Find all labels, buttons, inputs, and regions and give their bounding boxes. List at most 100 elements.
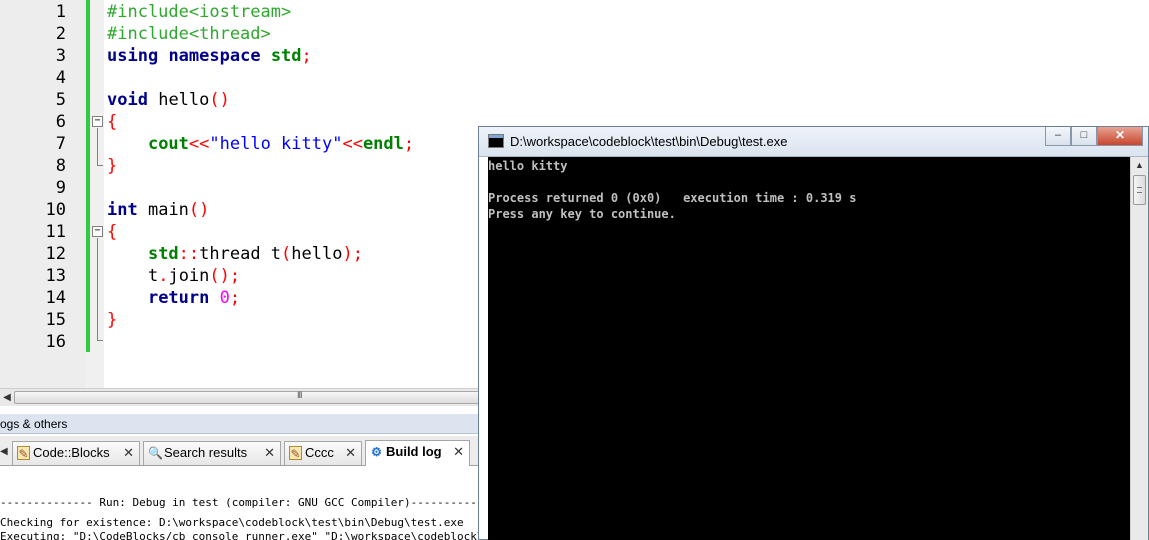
line-number: 15 [45,310,66,330]
code-line[interactable]: cout<<"hello kitty"<<endl; [107,133,414,155]
scroll-up-icon[interactable]: ▲ [1131,157,1148,173]
logs-panel: ogs & others ◀ ✎ Code::Blocks ✕ 🔍 Search… [0,406,642,540]
code-line[interactable]: int main() [107,199,209,221]
code-token: endl [362,134,404,154]
scrollbar-grip-icon: III [297,390,302,400]
code-token: ; [229,288,241,308]
code-token: (); [209,266,241,286]
console-output[interactable]: hello kitty Process returned 0 (0x0) exe… [488,157,1130,540]
line-number: 6 [55,112,66,132]
code-token: void [107,90,148,110]
tab-search-results[interactable]: 🔍 Search results ✕ [143,441,281,465]
line-number: 16 [45,332,66,352]
code-token: << [188,134,210,154]
pencil-icon: ✎ [17,446,30,461]
console-line: hello kitty [488,159,568,173]
code-line[interactable]: using namespace std; [107,45,312,67]
code-token: hello [291,244,343,264]
code-token: () [188,200,210,220]
code-token: 0 [219,288,230,308]
code-token: thread t [199,244,282,264]
code-token: . [158,266,169,286]
console-vertical-scrollbar[interactable]: ▲ [1130,157,1148,540]
code-line[interactable]: { [107,111,117,133]
code-token: () [209,90,230,110]
fold-end [97,165,103,166]
code-token: using [107,46,159,66]
code-token: std [270,46,302,66]
code-token: ; [301,46,312,66]
code-token: t [147,266,159,286]
code-token: ); [342,244,363,264]
close-icon[interactable]: ✕ [453,441,464,463]
code-token: namespace [168,46,261,66]
code-line[interactable]: t.join(); [107,265,240,287]
scroll-left-icon[interactable]: ◀ [0,389,14,406]
fold-end [97,340,103,341]
console-window[interactable]: D:\workspace\codeblock\test\bin\Debug\te… [478,126,1149,540]
close-icon[interactable]: ✕ [264,442,275,464]
code-line[interactable]: { [107,221,117,243]
code-line[interactable]: } [107,309,117,331]
tab-codeblocks[interactable]: ✎ Code::Blocks ✕ [12,441,140,465]
console-app-icon [488,134,504,148]
code-token: #include<thread> [107,24,271,44]
code-token: return [147,288,210,308]
code-line[interactable]: #include<thread> [107,23,271,45]
code-line[interactable]: #include<iostream> [107,1,291,23]
line-number: 8 [55,156,66,176]
minimize-button[interactable]: – [1045,127,1071,146]
code-line[interactable]: std::thread t(hello); [107,243,363,265]
fold-collapse-icon[interactable]: − [92,226,103,237]
close-icon[interactable]: ✕ [345,442,356,464]
line-number: 13 [45,266,66,286]
code-token: hello [158,90,210,110]
fold-collapse-icon[interactable]: − [92,116,103,127]
code-line[interactable]: void hello() [107,89,230,111]
line-number: 14 [45,288,66,308]
code-token: "hello kitty" [209,134,343,154]
line-number: 10 [45,200,66,220]
log-line: -------------- Run: Debug in test (compi… [0,496,510,509]
code-token: std [147,244,179,264]
code-line[interactable]: return 0; [107,287,240,309]
logs-panel-title: ogs & others [0,414,480,434]
code-token: { [107,222,118,242]
scrollbar-thumb[interactable] [1133,175,1146,205]
line-number: 12 [45,244,66,264]
line-number: 1 [55,2,66,22]
code-line[interactable]: } [107,155,117,177]
tab-scroll-left-icon[interactable]: ◀ [0,446,8,457]
code-token: } [107,310,118,330]
magnifier-icon: 🔍 [148,446,163,460]
code-token: ( [281,244,292,264]
line-number-gutter: 1 2 3 4 5 6 7 8 9 10 11 12 13 14 15 16 [0,0,86,388]
code-token: int [107,200,138,220]
tab-cccc[interactable]: ✎ Cccc ✕ [284,441,362,465]
code-token: :: [178,244,200,264]
gear-icon: ⚙ [371,445,382,459]
console-line: Press any key to continue. [488,207,676,221]
editor-horizontal-scrollbar[interactable]: ◀ III [0,388,574,406]
line-number: 7 [55,134,66,154]
code-token: << [342,134,363,154]
tab-label: Cccc [305,445,334,460]
close-button[interactable]: ✕ [1097,127,1143,146]
fold-line [97,128,98,165]
log-line: Checking for existence: D:\workspace\cod… [0,516,464,529]
change-bar [86,0,90,352]
fold-line [97,238,98,340]
console-title-bar[interactable]: D:\workspace\codeblock\test\bin\Debug\te… [479,127,1148,157]
line-number: 5 [55,90,66,110]
close-icon[interactable]: ✕ [123,442,134,464]
line-number: 4 [55,68,66,88]
code-token: ; [403,134,415,154]
code-token: join [168,266,210,286]
scrollbar-grip-icon [1137,187,1142,193]
console-line: Process returned 0 (0x0) execution time … [488,191,857,205]
maximize-button[interactable]: □ [1071,127,1097,146]
code-token: cout [147,134,189,154]
tab-label: Code::Blocks [33,445,110,460]
line-number: 3 [55,46,66,66]
tab-build-log[interactable]: ⚙ Build log ✕ [365,440,470,466]
